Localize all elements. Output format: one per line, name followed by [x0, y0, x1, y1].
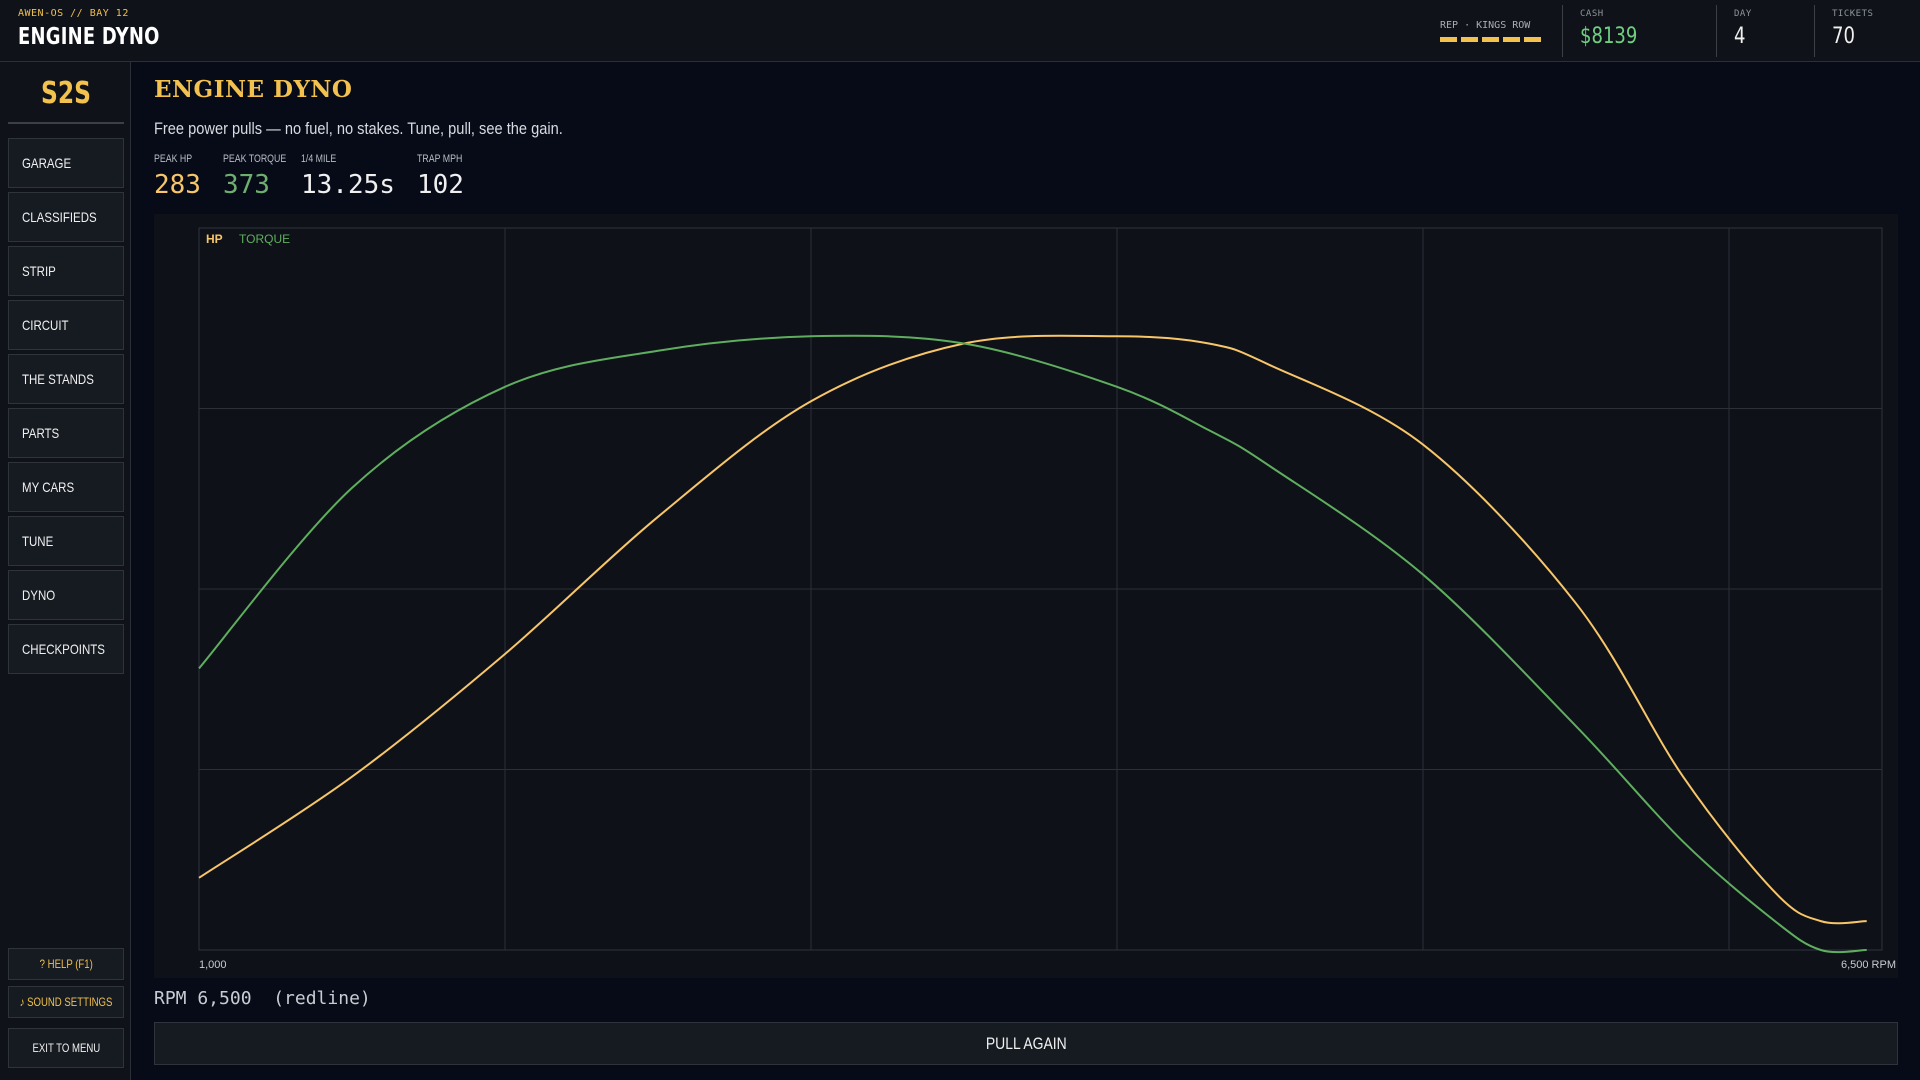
nav-label: TUNE [22, 533, 54, 549]
peak-torque-metric: PEAK TORQUE 373 [223, 153, 302, 200]
x-tick-label-max: 6,500 RPM [1841, 959, 1896, 971]
nav-circuit[interactable]: CIRCUIT [8, 300, 124, 350]
nav-the-stands[interactable]: THE STANDS [8, 354, 124, 404]
reputation-meter: REP · KINGS ROW [1440, 20, 1548, 42]
metric-value: 283 [154, 170, 201, 200]
cash-value: $8139 [1580, 24, 1638, 49]
legend-torque: TORQUE [239, 232, 290, 246]
quarter-mile-metric: 1/4 MILE 13.25s [301, 153, 395, 200]
nav-classifieds[interactable]: CLASSIFIEDS [8, 192, 124, 242]
nav-label: CHECKPOINTS [22, 641, 105, 657]
divider [1562, 5, 1563, 57]
torque-curve [198, 334, 1867, 954]
metric-value: 373 [223, 170, 270, 200]
logo-text: S2S [41, 76, 91, 111]
day-value: 4 [1734, 24, 1746, 49]
reputation-bar [1461, 37, 1478, 42]
top-bar: AWEN-OS // BAY 12 ENGINE DYNO REP · KING… [0, 0, 1920, 62]
exit-to-menu-button[interactable]: EXIT TO MENU [8, 1028, 124, 1068]
divider [1716, 5, 1717, 57]
screen-title: ENGINE DYNO [18, 24, 160, 50]
nav-my-cars[interactable]: MY CARS [8, 462, 124, 512]
nav-label: STRIP [22, 263, 56, 279]
reputation-bar [1524, 37, 1541, 42]
day-stat: DAY 4 [1734, 9, 1752, 49]
tickets-value: 70 [1832, 24, 1855, 49]
nav-checkpoints[interactable]: CHECKPOINTS [8, 624, 124, 674]
page-title: ENGINE DYNO [154, 76, 353, 103]
rpm-readout: RPM 6,500 (redline) [154, 988, 371, 1009]
cash-stat: CASH $8139 [1580, 9, 1650, 49]
x-tick-label-min: 1,000 [199, 959, 227, 971]
subtitle-text: Free power pulls — no fuel, no stakes. T… [154, 119, 563, 138]
metric-label: PEAK TORQUE [223, 153, 287, 165]
metric-label: 1/4 MILE [301, 153, 337, 165]
peak-hp-metric: PEAK HP 283 [154, 153, 202, 200]
nav-dyno[interactable]: DYNO [8, 570, 124, 620]
metric-value: 102 [417, 170, 464, 200]
sound-settings-button[interactable]: ♪ SOUND SETTINGS [8, 986, 124, 1018]
nav-label: PARTS [22, 425, 60, 441]
hp-curve [198, 334, 1867, 925]
nav-label: GARAGE [22, 155, 72, 171]
help-button[interactable]: ? HELP (F1) [8, 948, 124, 980]
legend-hp: HP [206, 232, 223, 246]
reputation-bar [1482, 37, 1499, 42]
bay-label: AWEN-OS // BAY 12 [18, 8, 129, 19]
tickets-label: TICKETS [1832, 9, 1874, 19]
metric-value: 13.25s [301, 170, 395, 200]
nav-label: THE STANDS [22, 371, 94, 387]
nav-tune[interactable]: TUNE [8, 516, 124, 566]
game-logo: S2S [8, 76, 124, 124]
nav-label: CIRCUIT [22, 317, 69, 333]
reputation-bar [1440, 37, 1457, 42]
tickets-stat: TICKETS 70 [1832, 9, 1873, 49]
reputation-bar [1503, 37, 1520, 42]
page-subtitle: Free power pulls — no fuel, no stakes. T… [154, 119, 629, 139]
nav-garage[interactable]: GARAGE [8, 138, 124, 188]
divider [1814, 5, 1815, 57]
nav-parts[interactable]: PARTS [8, 408, 124, 458]
nav-label: CLASSIFIEDS [22, 209, 97, 225]
trap-mph-metric: TRAP MPH 102 [417, 153, 474, 200]
dyno-chart-svg: HP TORQUE 1,000 6,500 RPM [198, 227, 1896, 971]
dyno-chart: HP TORQUE 1,000 6,500 RPM [154, 214, 1898, 978]
metric-label: TRAP MPH [417, 153, 463, 165]
nav-label: DYNO [22, 587, 56, 603]
reputation-label: REP · KINGS ROW [1440, 20, 1531, 31]
pull-again-label: PULL AGAIN [985, 1033, 1067, 1053]
cash-label: CASH [1580, 9, 1604, 19]
sidebar: S2S GARAGE CLASSIFIEDS STRIP CIRCUIT THE… [0, 62, 131, 1080]
nav-strip[interactable]: STRIP [8, 246, 124, 296]
day-label: DAY [1734, 9, 1752, 19]
nav-label: MY CARS [22, 479, 75, 495]
reputation-bars [1440, 37, 1548, 42]
help-label: ? HELP (F1) [39, 957, 93, 971]
sound-settings-label: ♪ SOUND SETTINGS [19, 995, 113, 1009]
pull-again-button[interactable]: PULL AGAIN [154, 1022, 1898, 1065]
exit-label: EXIT TO MENU [32, 1041, 100, 1055]
metric-label: PEAK HP [154, 153, 193, 165]
